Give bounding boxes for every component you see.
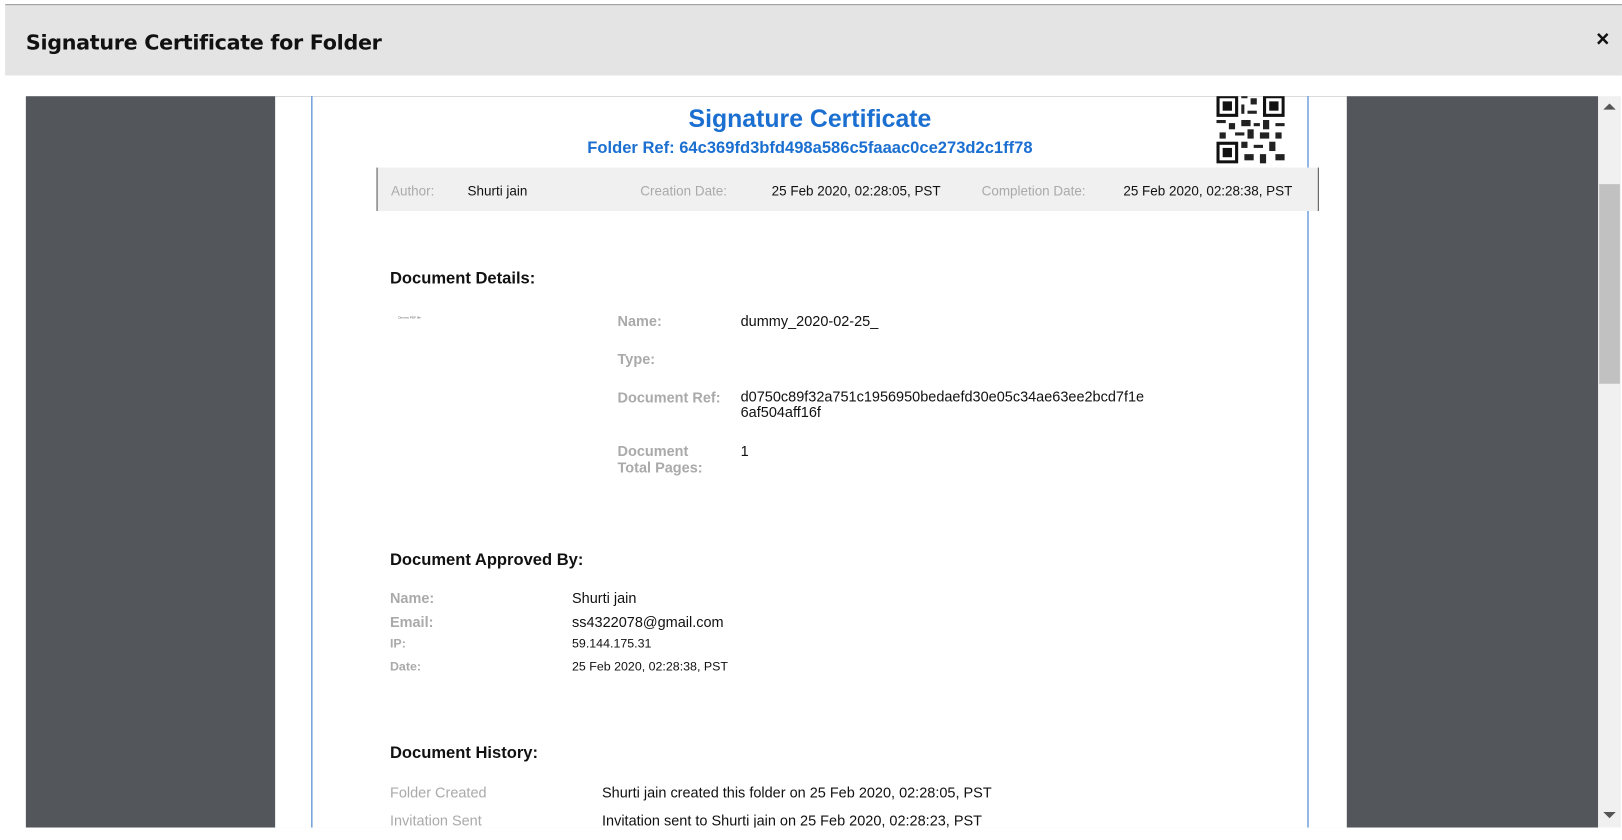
document-details-heading: Document Details:: [389, 269, 536, 288]
doc-pages-label-line2: Total Pages:: [617, 459, 703, 476]
approver-email-value: ss4322078@gmail.com: [572, 613, 724, 630]
author-value: Shurti jain: [467, 183, 528, 199]
doc-name-label: Name:: [617, 312, 662, 329]
history-event: Folder Created: [389, 784, 487, 801]
approved-by-heading: Document Approved By:: [389, 551, 584, 569]
history-detail: Shurti jain created this folder on 25 Fe…: [602, 784, 992, 801]
approver-name-label: Name:: [389, 589, 435, 607]
certificate-frame: Signature Certificate Folder Ref: 64c369…: [311, 96, 1319, 828]
doc-ref-line1: d0750c89f32a751c1956950bedaefd30e05c34ae…: [740, 387, 1145, 405]
doc-ref-value: d0750c89f32a751c1956950bedaefd30e05c34ae…: [740, 387, 1145, 420]
scrollbar-thumb[interactable]: [1599, 184, 1620, 384]
creation-date-value: 25 Feb 2020, 02:28:05, PST: [771, 183, 941, 199]
doc-pages-label: Document Total Pages:: [618, 443, 703, 476]
certificate-title: Signature Certificate: [688, 105, 932, 134]
doc-ref-label: Document Ref:: [617, 388, 721, 406]
approver-ip-value: 59.144.175.31: [572, 636, 652, 651]
doc-pages-label-line1: Document: [617, 442, 689, 460]
completion-date-label: Completion Date:: [981, 183, 1086, 199]
scroll-down-icon[interactable]: [1603, 812, 1616, 819]
approver-ip-label: IP:: [389, 636, 406, 651]
certificate-info-bar: Author: Shurti jain Creation Date: 25 Fe…: [376, 167, 1319, 212]
author-label: Author:: [391, 183, 435, 199]
history-detail: Invitation sent to Shurti jain on 25 Feb…: [602, 812, 983, 828]
doc-type-label: Type:: [617, 350, 656, 368]
doc-pages-value: 1: [740, 442, 749, 460]
document-thumbnail: Dummy PDF file: [398, 315, 421, 320]
approver-email-label: Email:: [389, 613, 434, 630]
dialog-header: Signature Certificate for Folder ×: [5, 4, 1622, 76]
qr-code-icon: [1216, 96, 1285, 164]
approver-date-label: Date:: [389, 658, 422, 674]
approver-name-value: Shurti jain: [572, 589, 637, 607]
vertical-scrollbar[interactable]: [1598, 96, 1621, 828]
approver-date-value: 25 Feb 2020, 02:28:38, PST: [572, 658, 728, 674]
creation-date-label: Creation Date:: [640, 183, 728, 199]
folder-ref: Folder Ref: 64c369fd3bfd498a586c5faaac0c…: [587, 139, 1033, 158]
history-heading: Document History:: [389, 744, 539, 763]
doc-ref-line2: 6af504aff16f: [740, 403, 821, 420]
certificate-page: Signature Certificate Folder Ref: 64c369…: [275, 96, 1347, 828]
history-event: Invitation Sent: [389, 812, 482, 828]
scroll-up-icon[interactable]: [1603, 103, 1616, 110]
close-icon[interactable]: ×: [1596, 26, 1609, 53]
document-viewer: Signature Certificate Folder Ref: 64c369…: [25, 96, 1599, 828]
doc-name-value: dummy_2020-02-25_: [740, 312, 879, 329]
dialog-title: Signature Certificate for Folder: [25, 29, 382, 55]
completion-date-value: 25 Feb 2020, 02:28:38, PST: [1123, 183, 1293, 199]
